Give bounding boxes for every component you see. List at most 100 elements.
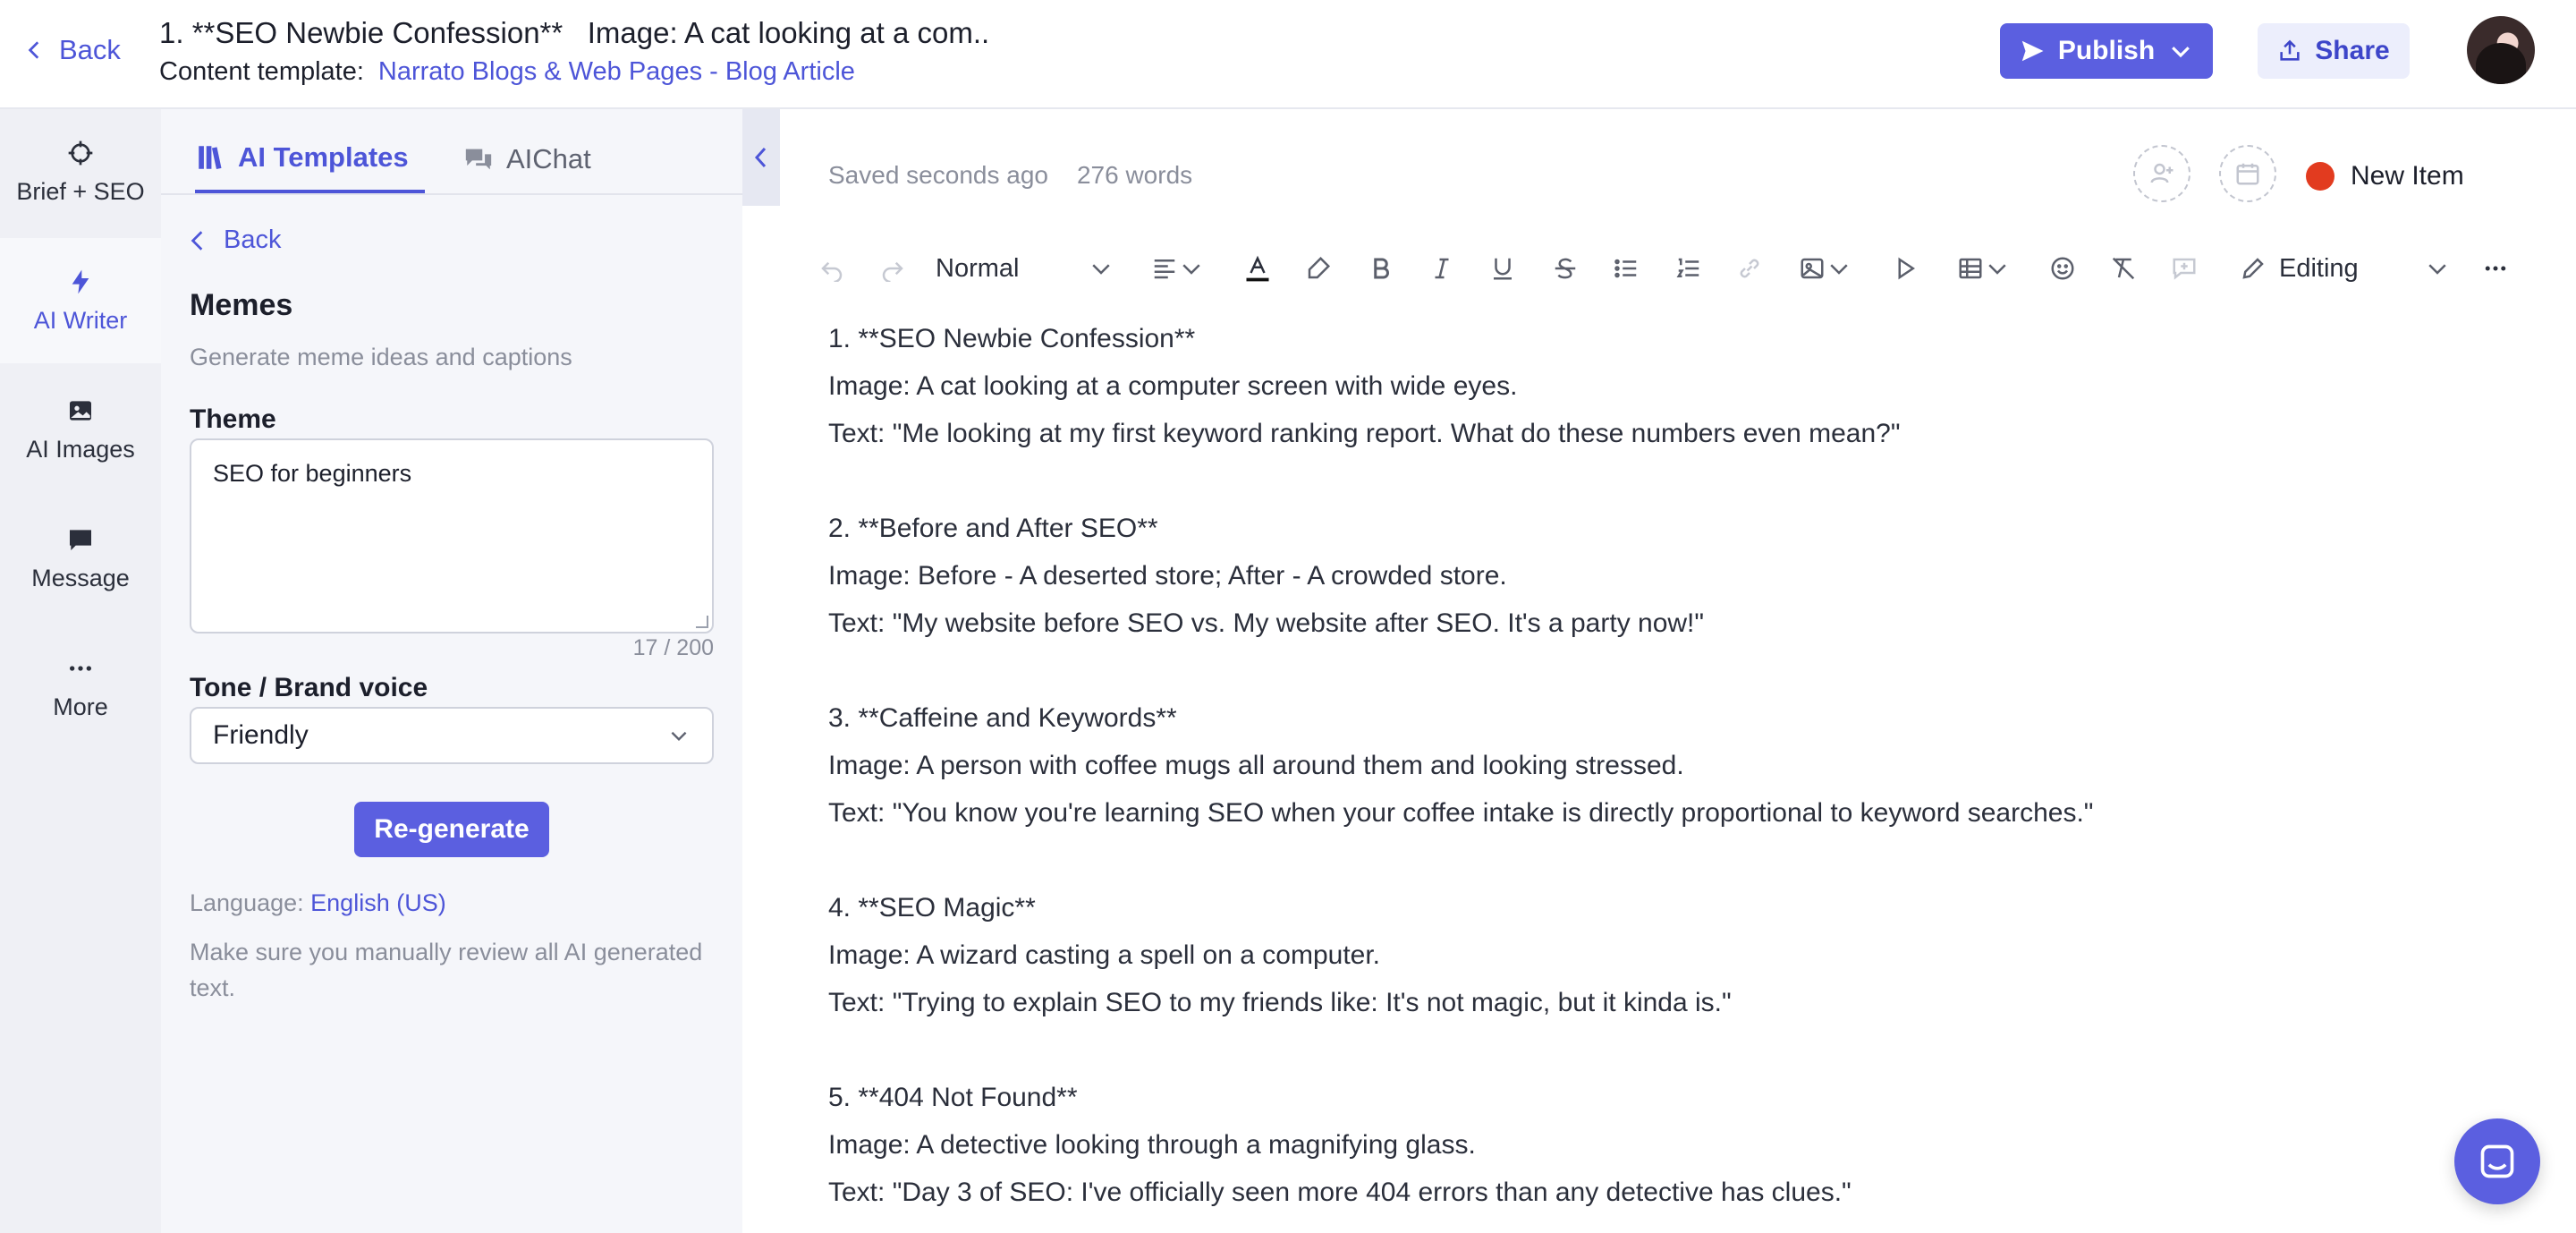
tab-label: AIChat xyxy=(506,143,591,174)
content-line: Image: Before - A deserted store; After … xyxy=(828,561,1507,591)
user-avatar[interactable] xyxy=(2467,16,2535,84)
content-template-label: Content template: xyxy=(159,57,364,86)
insert-image-select[interactable] xyxy=(1791,249,1860,288)
support-chat-button[interactable] xyxy=(2454,1118,2540,1204)
collapse-panel-button[interactable] xyxy=(742,109,780,206)
insert-table-select[interactable] xyxy=(1948,249,2020,288)
content-line: 4. **SEO Magic** xyxy=(828,893,1036,923)
saved-status: Saved seconds ago xyxy=(828,161,1048,189)
insert-media-button[interactable] xyxy=(1885,249,1925,288)
crosshair-icon xyxy=(68,140,93,165)
align-select[interactable] xyxy=(1145,249,1211,288)
word-count: 276 words xyxy=(1076,161,1193,189)
rail-label: Message xyxy=(31,564,130,591)
text-color-icon xyxy=(1246,255,1269,282)
theme-textarea[interactable]: SEO for beginners xyxy=(190,438,714,634)
redo-icon xyxy=(882,261,903,282)
templates-icon xyxy=(199,146,222,170)
content-line: Text: "Day 3 of SEO: I've officially see… xyxy=(828,1178,1852,1207)
chevron-down-icon xyxy=(1988,264,2006,275)
rail-item-ai-images[interactable]: AI Images xyxy=(0,367,161,492)
tab-ai-templates[interactable]: AI Templates xyxy=(195,125,425,193)
theme-label: Theme xyxy=(190,404,276,434)
rail-item-brief-seo[interactable]: Brief + SEO xyxy=(0,109,161,234)
align-left-icon xyxy=(1154,259,1175,279)
text-color-button[interactable] xyxy=(1234,249,1281,288)
clear-format-button[interactable] xyxy=(2104,249,2143,288)
content-template-link[interactable]: Narrato Blogs & Web Pages - Blog Article xyxy=(378,57,855,87)
strikethrough-button[interactable] xyxy=(1546,249,1585,288)
panel-back-button[interactable]: Back xyxy=(188,225,281,255)
comment-icon xyxy=(2173,258,2196,280)
bullet-list-icon xyxy=(1614,259,1637,278)
language-value[interactable]: English (US) xyxy=(310,889,446,916)
content-line: Text: "Trying to explain SEO to my frien… xyxy=(828,988,1732,1017)
bold-button[interactable] xyxy=(1361,249,1401,288)
due-date-button[interactable] xyxy=(2219,145,2276,202)
editor-content[interactable]: 1. **SEO Newbie Confession** Image: A ca… xyxy=(828,315,2438,1216)
tone-value: Friendly xyxy=(213,720,309,750)
left-nav-rail: Brief + SEO AI Writer AI Images Message … xyxy=(0,109,161,1233)
emoji-button[interactable] xyxy=(2043,249,2082,288)
document-title: 1. **SEO Newbie Confession** Image: A ca… xyxy=(159,16,990,49)
highlight-button[interactable] xyxy=(1299,249,1338,288)
redo-button[interactable] xyxy=(873,249,912,288)
undo-button[interactable] xyxy=(812,249,852,288)
editing-mode-select[interactable]: Editing xyxy=(2240,249,2451,288)
chevron-down-icon xyxy=(2428,264,2446,275)
paragraph-style-select[interactable]: Normal xyxy=(936,249,1114,288)
add-comment-button[interactable] xyxy=(2165,249,2204,288)
editing-mode-value: Editing xyxy=(2279,253,2359,283)
numbered-list-button[interactable] xyxy=(1669,249,1708,288)
more-options-button[interactable] xyxy=(2476,249,2515,288)
numbered-list-icon xyxy=(1676,258,1699,277)
content-line: Image: A person with coffee mugs all aro… xyxy=(828,751,1684,780)
message-icon xyxy=(70,529,91,550)
link-button[interactable] xyxy=(1730,249,1769,288)
tone-select[interactable]: Friendly xyxy=(190,707,714,764)
smiley-icon xyxy=(2051,257,2074,280)
chevron-left-icon xyxy=(191,230,203,251)
publish-button[interactable]: Publish xyxy=(2000,23,2213,79)
calendar-icon xyxy=(2236,163,2259,185)
template-subtitle: Generate meme ideas and captions xyxy=(190,344,572,370)
highlighter-icon xyxy=(1308,256,1331,279)
chevron-down-icon xyxy=(671,731,687,742)
rail-item-more[interactable]: More xyxy=(0,625,161,750)
italic-icon xyxy=(1435,258,1449,279)
rail-item-message[interactable]: Message xyxy=(0,496,161,621)
content-line: Text: "My website before SEO vs. My webs… xyxy=(828,608,1705,638)
content-template-line: Content template: Narrato Blogs & Web Pa… xyxy=(159,57,855,87)
status-label: New Item xyxy=(2351,161,2464,191)
bullet-list-button[interactable] xyxy=(1606,249,1646,288)
content-line: 5. **404 Not Found** xyxy=(828,1083,1078,1112)
ai-writer-panel: AI Templates AIChat Back Memes Generate … xyxy=(161,109,742,1233)
table-icon xyxy=(1959,258,1982,279)
assign-user-button[interactable] xyxy=(2133,145,2190,202)
theme-char-counter: 17 / 200 xyxy=(632,635,714,660)
rail-item-ai-writer[interactable]: AI Writer xyxy=(0,238,161,363)
back-button[interactable]: Back xyxy=(23,34,121,66)
content-line: Image: A wizard casting a spell on a com… xyxy=(828,940,1381,970)
add-user-icon xyxy=(2150,163,2174,183)
strikethrough-icon xyxy=(1555,258,1576,279)
italic-button[interactable] xyxy=(1422,249,1462,288)
chevron-down-icon xyxy=(2172,47,2190,58)
content-line: Text: "You know you're learning SEO when… xyxy=(828,798,2094,828)
panel-tabs: AI Templates AIChat xyxy=(161,109,742,195)
share-button[interactable]: Share xyxy=(2258,23,2410,79)
resize-handle[interactable] xyxy=(696,616,708,628)
theme-value: SEO for beginners xyxy=(213,460,412,487)
underline-button[interactable] xyxy=(1483,249,1522,288)
clear-format-icon xyxy=(2112,257,2135,280)
tab-aichat[interactable]: AIChat xyxy=(463,125,591,193)
lightning-icon xyxy=(72,269,89,293)
workflow-status[interactable]: New Item xyxy=(2306,161,2464,191)
regenerate-button[interactable]: Re-generate xyxy=(354,802,549,857)
template-title: Memes xyxy=(190,288,293,322)
content-line: Image: A cat looking at a computer scree… xyxy=(828,371,1518,401)
tone-label: Tone / Brand voice xyxy=(190,673,428,702)
